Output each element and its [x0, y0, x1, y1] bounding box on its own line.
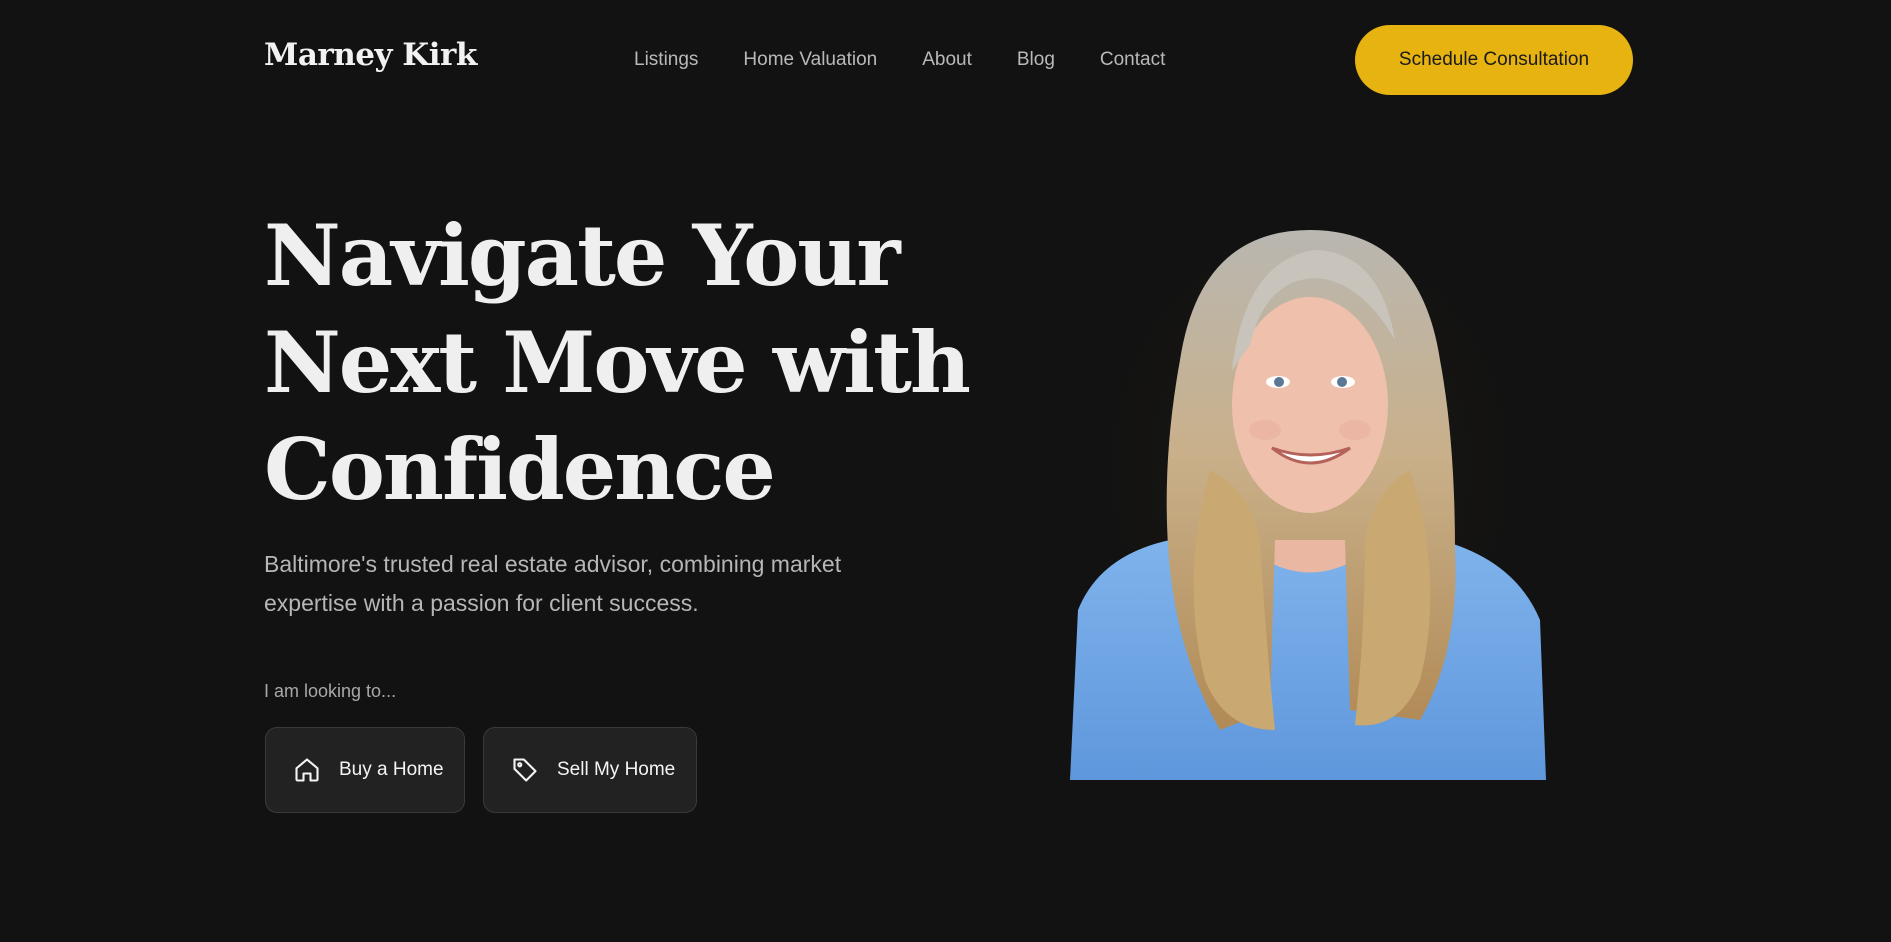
site-header: Marney Kirk Listings Home Valuation Abou…	[0, 0, 1891, 120]
nav-listings[interactable]: Listings	[634, 48, 698, 72]
tag-icon	[511, 756, 539, 784]
nav-blog[interactable]: Blog	[1017, 48, 1055, 72]
buy-a-home-button[interactable]: Buy a Home	[265, 727, 465, 813]
site-logo[interactable]: Marney Kirk	[264, 40, 477, 71]
sell-my-home-label: Sell My Home	[557, 759, 676, 780]
nav-home-valuation[interactable]: Home Valuation	[743, 48, 877, 72]
hero-subtitle: Baltimore's trusted real estate advisor,…	[264, 551, 842, 616]
nav-about[interactable]: About	[922, 48, 972, 72]
home-icon	[293, 756, 321, 784]
agent-portrait	[1060, 210, 1560, 780]
buy-a-home-label: Buy a Home	[339, 759, 444, 780]
hero-title-line-1: Navigate Your	[264, 206, 901, 305]
sell-my-home-button[interactable]: Sell My Home	[483, 727, 697, 813]
hero-title: Navigate Your Next Move with Confidence	[264, 202, 984, 523]
intent-prompt: I am looking to...	[264, 681, 397, 701]
hero-title-line-3: Confidence	[264, 420, 776, 519]
schedule-consultation-button[interactable]: Schedule Consultation	[1355, 25, 1633, 95]
nav-contact[interactable]: Contact	[1100, 48, 1165, 72]
hero-title-line-2: Next Move with	[264, 313, 971, 412]
page: Marney Kirk Listings Home Valuation Abou…	[0, 0, 1891, 942]
main-nav: Listings Home Valuation About Blog Conta…	[634, 48, 1165, 72]
